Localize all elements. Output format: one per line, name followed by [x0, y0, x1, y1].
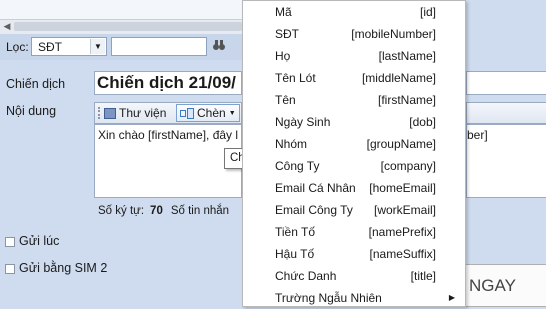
campaign-input-value: Chiến dịch 21/09/ — [97, 73, 236, 92]
book-icon — [104, 107, 116, 119]
filter-combo[interactable]: SĐT ▼ — [31, 37, 107, 56]
send-at-label[interactable]: Gửi lúc — [19, 234, 59, 248]
message-counter: Số ký tự: 70 Số tin nhắn — [98, 205, 229, 217]
sms-count-label: Số tin nhắn — [170, 205, 230, 217]
menu-item-last-name[interactable]: Họ [lastName] — [243, 45, 465, 67]
menu-item-name-suffix[interactable]: Hậu Tố [nameSuffix] — [243, 243, 465, 265]
char-count-label: Số ký tự: — [98, 205, 145, 217]
library-label: Thư viện — [119, 106, 167, 120]
menu-item-field: [middleName] — [361, 71, 436, 85]
char-count-value: 70 — [150, 205, 163, 217]
menu-item-label: Nhóm — [275, 137, 308, 151]
menu-item-company[interactable]: Công Ty [company] — [243, 155, 465, 177]
horizontal-scrollbar[interactable]: ◀ — [0, 19, 242, 34]
menu-item-name-prefix[interactable]: Tiền Tố [namePrefix] — [243, 221, 465, 243]
campaign-label: Chiến dịch — [6, 77, 66, 91]
menu-item-field: [workEmail] — [373, 203, 436, 217]
menu-item-field: [lastName] — [378, 49, 436, 63]
menu-item-work-email[interactable]: Email Công Ty [workEmail] — [243, 199, 465, 221]
campaign-input-right[interactable] — [466, 71, 546, 95]
menu-item-label: Hậu Tố — [275, 247, 315, 261]
menu-item-label: Tên Lót — [275, 71, 316, 85]
menu-item-group-name[interactable]: Nhóm [groupName] — [243, 133, 465, 155]
menu-item-field: [homeEmail] — [369, 181, 436, 195]
send-sim2-label[interactable]: Gửi bằng SIM 2 — [19, 261, 107, 275]
menu-item-label: Ngày Sinh — [275, 115, 331, 129]
scrollbar-thumb[interactable] — [14, 22, 242, 31]
menu-item-field: [title] — [410, 269, 436, 283]
menu-item-home-email[interactable]: Email Cá Nhân [homeEmail] — [243, 177, 465, 199]
menu-item-label: SĐT — [275, 27, 299, 41]
binoculars-icon[interactable] — [212, 38, 242, 56]
filter-combo-value: SĐT — [38, 40, 62, 54]
send-sim2-checkbox[interactable] — [5, 264, 15, 274]
chevron-down-icon[interactable]: ▼ — [90, 39, 105, 54]
menu-item-label: Chức Danh — [275, 269, 337, 283]
filter-label: Lọc: — [6, 40, 29, 54]
message-text-right: ber] — [467, 128, 488, 142]
menu-item-field: [namePrefix] — [368, 225, 436, 239]
menu-item-field: [mobileNumber] — [351, 27, 436, 41]
submenu-arrow-icon: ▶ — [448, 293, 455, 302]
toolbar-grip[interactable] — [98, 107, 102, 119]
menu-item-field: [company] — [380, 159, 436, 173]
menu-item-field: [groupName] — [366, 137, 436, 151]
send-now-button[interactable]: NGAY — [458, 264, 546, 307]
insert-label: Chèn — [197, 106, 226, 120]
menu-item-label: Tên — [275, 93, 296, 107]
chevron-down-icon: ▼ — [228, 109, 236, 117]
editor-toolbar-right — [466, 102, 546, 124]
menu-item-label: Tiền Tố — [275, 225, 316, 239]
menu-item-middle-name[interactable]: Tên Lót [middleName] — [243, 67, 465, 89]
insert-field-menu: Mã [id] SĐT [mobileNumber] Họ [lastName]… — [242, 0, 466, 307]
insert-button[interactable]: Chèn ▼ — [176, 104, 240, 122]
menu-item-field: [nameSuffix] — [369, 247, 436, 261]
menu-item-label: Email Cá Nhân — [275, 181, 356, 195]
menu-item-random-field[interactable]: Trường Ngẫu Nhiên ▶ — [243, 287, 465, 309]
menu-item-field: [dob] — [409, 115, 436, 129]
menu-item-id[interactable]: Mã [id] — [243, 1, 465, 23]
menu-item-first-name[interactable]: Tên [firstName] — [243, 89, 465, 111]
send-at-checkbox[interactable] — [5, 237, 15, 247]
editor-toolbar: Thư viện Chèn ▼ — [94, 102, 242, 124]
menu-item-label: Công Ty — [275, 159, 320, 173]
campaign-input[interactable]: Chiến dịch 21/09/ — [94, 71, 242, 95]
menu-item-label: Họ — [275, 49, 291, 63]
menu-item-title[interactable]: Chức Danh [title] — [243, 265, 465, 287]
menu-item-label: Email Công Ty — [275, 203, 353, 217]
content-label: Nội dung — [6, 104, 57, 118]
send-now-label: NGAY — [469, 276, 516, 295]
menu-item-dob[interactable]: Ngày Sinh [dob] — [243, 111, 465, 133]
filter-input[interactable] — [111, 37, 207, 56]
menu-item-mobile-number[interactable]: SĐT [mobileNumber] — [243, 23, 465, 45]
library-button[interactable]: Thư viện — [104, 105, 166, 121]
insert-field-icon — [180, 107, 194, 119]
menu-item-label: Mã — [275, 5, 292, 19]
menu-item-field: [id] — [419, 5, 436, 19]
menu-item-field: [firstName] — [377, 93, 436, 107]
scroll-left-icon[interactable]: ◀ — [2, 21, 12, 32]
menu-item-label: Trường Ngẫu Nhiên — [275, 291, 382, 305]
message-text: Xin chào [firstName], đây l — [98, 128, 239, 142]
